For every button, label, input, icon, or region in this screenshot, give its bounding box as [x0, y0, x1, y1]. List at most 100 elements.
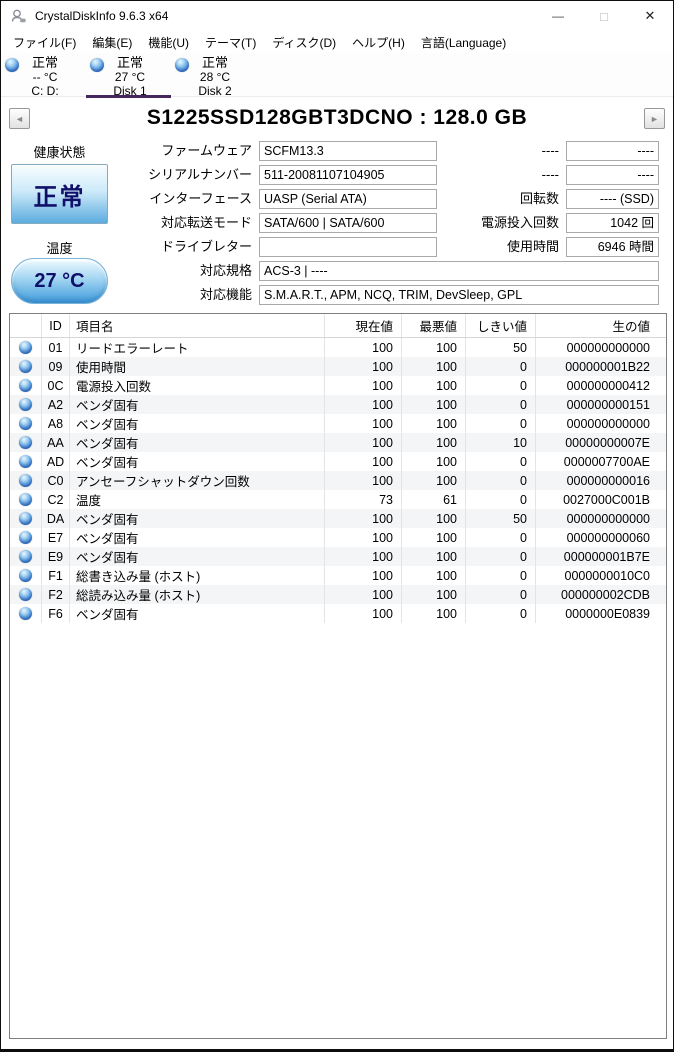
next-disk-button[interactable]: ►: [644, 108, 665, 129]
smart-attribute-row-01[interactable]: 01 リードエラーレート 100 100 50 000000000000: [10, 338, 666, 357]
attribute-worst-value: 100: [402, 547, 466, 566]
smart-attribute-row-C0[interactable]: C0 アンセーフシャットダウン回数 100 100 0 000000000016: [10, 471, 666, 490]
attribute-status-orb-icon: [19, 341, 32, 354]
power-on-count-value: 1042 回: [566, 213, 659, 233]
attribute-raw-value: 000000000412: [566, 378, 650, 393]
attribute-threshold: 10: [466, 433, 536, 452]
attribute-status-orb-icon: [19, 588, 32, 601]
crystaldiskinfo-window: CrystalDiskInfo 9.6.3 x64 — □ ✕ ファイル(F) 編…: [0, 0, 674, 1052]
attribute-status-orb-icon: [19, 512, 32, 525]
attribute-name: 温度: [70, 490, 325, 509]
attribute-current-value: 100: [325, 566, 402, 585]
smart-attribute-row-09[interactable]: 09 使用時間 100 100 0 000000001B22: [10, 357, 666, 376]
disk-tab-c-d[interactable]: 正常 -- °C C: D:: [1, 53, 86, 98]
minimize-button[interactable]: —: [535, 1, 581, 31]
attribute-id: AD: [42, 452, 70, 471]
smart-attribute-row-A2[interactable]: A2 ベンダ固有 100 100 0 000000000151: [10, 395, 666, 414]
standard-value: ACS-3 | ----: [259, 261, 659, 281]
attribute-name: 電源投入回数: [70, 376, 325, 395]
window-controls: — □ ✕: [535, 1, 673, 31]
attribute-raw-value: 000000000000: [566, 416, 650, 431]
menu-item-disk[interactable]: ディスク(D): [264, 32, 344, 53]
window-title: CrystalDiskInfo 9.6.3 x64: [35, 9, 169, 23]
attribute-current-value: 100: [325, 414, 402, 433]
field-unknown-2: ---- ----: [1, 165, 673, 185]
header-worst-value: 最悪値: [402, 314, 466, 337]
attribute-worst-value: 100: [402, 452, 466, 471]
smart-attribute-row-AD[interactable]: AD ベンダ固有 100 100 0 0000007700AE: [10, 452, 666, 471]
disk-tab-disk-2[interactable]: 正常 28 °C Disk 2: [171, 53, 256, 98]
attribute-raw-value: 000000000016: [566, 473, 650, 488]
attribute-name: 総読み込み量 (ホスト): [70, 585, 325, 604]
smart-attribute-row-AA[interactable]: AA ベンダ固有 100 100 10 00000000007E: [10, 433, 666, 452]
attribute-raw-value: 000000000000: [566, 340, 650, 355]
disk-tab-bar: 正常 -- °C C: D: 正常 27 °C Disk 1 正常 28 °C Disk 2: [1, 53, 673, 98]
header-attribute-name: 項目名: [70, 314, 325, 337]
menu-bar: ファイル(F) 編集(E) 機能(U) テーマ(T) ディスク(D) ヘルプ(H) 言語(L…: [1, 31, 673, 53]
attribute-name: リードエラーレート: [70, 338, 325, 357]
attribute-name: ベンダ固有: [70, 433, 325, 452]
attribute-name: ベンダ固有: [70, 414, 325, 433]
attribute-worst-value: 100: [402, 376, 466, 395]
attribute-raw-value: 000000001B22: [565, 359, 650, 374]
previous-disk-button[interactable]: ◄: [9, 108, 30, 129]
smart-attribute-row-C2[interactable]: C2 温度 73 61 0 0027000C001B: [10, 490, 666, 509]
attribute-status-orb-icon: [19, 474, 32, 487]
smart-attribute-row-DA[interactable]: DA ベンダ固有 100 100 50 000000000000: [10, 509, 666, 528]
menu-item-theme[interactable]: テーマ(T): [197, 32, 264, 53]
smart-attribute-row-0C[interactable]: 0C 電源投入回数 100 100 0 000000000412: [10, 376, 666, 395]
disk-tab-status: 正常: [116, 55, 143, 70]
title-bar: CrystalDiskInfo 9.6.3 x64 — □ ✕: [1, 1, 673, 31]
smart-attributes-panel: ID 項目名 現在値 最悪値 しきい値 生の値 01 リードエラーレート 100 10…: [9, 313, 667, 1039]
attribute-status-orb-icon: [19, 569, 32, 582]
attribute-status-orb-icon: [19, 436, 32, 449]
attribute-worst-value: 100: [402, 528, 466, 547]
smart-table-body: 01 リードエラーレート 100 100 50 000000000000 09 使用時間 100…: [10, 338, 666, 623]
unknown-1-value: ----: [566, 141, 659, 161]
menu-item-help[interactable]: ヘルプ(H): [344, 32, 413, 53]
menu-item-function[interactable]: 機能(U): [140, 32, 197, 53]
unknown-1-label: ----: [541, 143, 559, 158]
disk-tab-status: 正常: [201, 55, 228, 70]
attribute-threshold: 0: [466, 376, 536, 395]
attribute-id: F6: [42, 604, 70, 623]
attribute-status-orb-icon: [19, 417, 32, 430]
smart-attribute-row-F1[interactable]: F1 総書き込み量 (ホスト) 100 100 0 0000000010C0: [10, 566, 666, 585]
close-button[interactable]: ✕: [627, 1, 673, 31]
attribute-id: 09: [42, 357, 70, 376]
smart-attribute-row-F6[interactable]: F6 ベンダ固有 100 100 0 0000000E0839: [10, 604, 666, 623]
attribute-id: E9: [42, 547, 70, 566]
attribute-name: 使用時間: [70, 357, 325, 376]
attribute-id: 0C: [42, 376, 70, 395]
smart-attribute-row-E9[interactable]: E9 ベンダ固有 100 100 0 000000001B7E: [10, 547, 666, 566]
attribute-worst-value: 100: [402, 414, 466, 433]
disk-tab-status: 正常: [31, 55, 58, 70]
maximize-button[interactable]: □: [581, 1, 627, 31]
attribute-name: ベンダ固有: [70, 547, 325, 566]
attribute-current-value: 100: [325, 338, 402, 357]
disk-tab-temperature: 27 °C: [114, 70, 146, 84]
menu-item-file[interactable]: ファイル(F): [5, 32, 84, 53]
unknown-2-value: ----: [566, 165, 659, 185]
attribute-raw-value: 0000000010C0: [564, 568, 651, 583]
attribute-name: ベンダ固有: [70, 509, 325, 528]
attribute-status-orb-icon: [19, 379, 32, 392]
attribute-current-value: 100: [325, 433, 402, 452]
menu-item-edit[interactable]: 編集(E): [84, 32, 140, 53]
attribute-id: C0: [42, 471, 70, 490]
disk-tab-disk-1[interactable]: 正常 27 °C Disk 1: [86, 53, 171, 98]
attribute-id: 01: [42, 338, 70, 357]
menu-item-language[interactable]: 言語(Language): [413, 32, 514, 53]
attribute-id: A2: [42, 395, 70, 414]
field-unknown-1: ---- ----: [1, 141, 673, 161]
smart-attribute-row-E7[interactable]: E7 ベンダ固有 100 100 0 000000000060: [10, 528, 666, 547]
attribute-id: A8: [42, 414, 70, 433]
attribute-raw-value: 0000007700AE: [563, 454, 650, 469]
smart-attribute-row-A8[interactable]: A8 ベンダ固有 100 100 0 000000000000: [10, 414, 666, 433]
attribute-id: F1: [42, 566, 70, 585]
attribute-status-orb-icon: [19, 550, 32, 563]
attribute-current-value: 100: [325, 528, 402, 547]
smart-attribute-row-F2[interactable]: F2 総読み込み量 (ホスト) 100 100 0 000000002CDB: [10, 585, 666, 604]
attribute-id: C2: [42, 490, 70, 509]
attribute-threshold: 0: [466, 490, 536, 509]
